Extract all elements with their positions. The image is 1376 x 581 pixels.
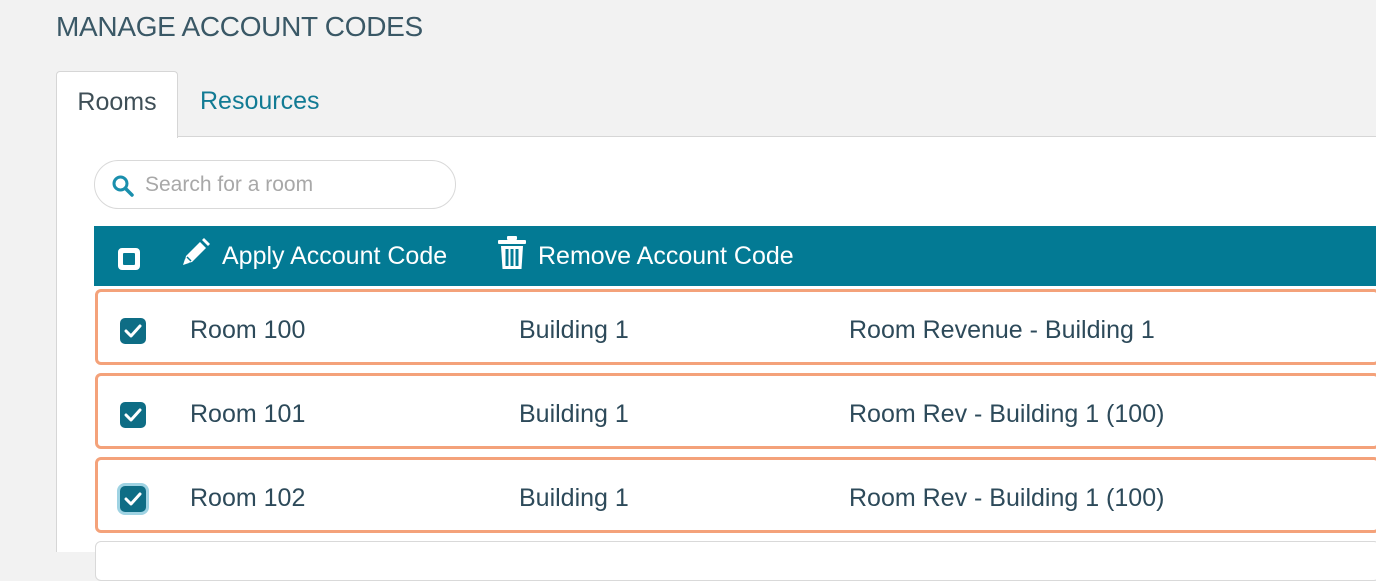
apply-account-code-label: Apply Account Code	[222, 241, 448, 270]
page-title: MANAGE ACCOUNT CODES	[56, 11, 423, 42]
search-icon	[111, 174, 135, 198]
tab-bar: Rooms Resources	[56, 71, 1376, 138]
room-name: Room 102	[190, 484, 306, 512]
tab-rooms[interactable]: Rooms	[56, 71, 178, 138]
remove-account-code-button[interactable]: Remove Account Code	[496, 226, 794, 286]
room-building: Building 1	[519, 484, 629, 512]
trash-icon	[496, 235, 538, 278]
checkmark-icon	[124, 324, 142, 338]
checkmark-icon	[124, 492, 142, 506]
table-row[interactable]: Room 102 Building 1 Room Rev - Building …	[95, 457, 1376, 533]
room-account-code: Room Rev - Building 1 (100)	[849, 400, 1165, 428]
row-checkbox[interactable]	[120, 318, 146, 344]
room-name: Room 101	[190, 400, 306, 428]
table-row[interactable]: Room 101 Building 1 Room Rev - Building …	[95, 373, 1376, 449]
pencil-icon	[178, 236, 222, 277]
checkmark-icon	[124, 408, 142, 422]
room-name: Room 100	[190, 316, 306, 344]
apply-account-code-button[interactable]: Apply Account Code	[178, 226, 447, 286]
search-input[interactable]	[145, 169, 445, 201]
room-building: Building 1	[519, 400, 629, 428]
row-checkbox[interactable]	[120, 486, 146, 512]
room-building: Building 1	[519, 316, 629, 344]
room-account-code: Room Rev - Building 1 (100)	[849, 484, 1165, 512]
table-row[interactable]: Room 100 Building 1 Room Revenue - Build…	[95, 289, 1376, 365]
remove-account-code-label: Remove Account Code	[538, 241, 794, 270]
row-checkbox[interactable]	[120, 402, 146, 428]
table-row[interactable]	[95, 541, 1376, 581]
room-account-code: Room Revenue - Building 1	[849, 316, 1155, 344]
tab-resources[interactable]: Resources	[200, 71, 320, 137]
search-box[interactable]	[94, 160, 456, 209]
bulk-action-toolbar: Apply Account Code Remove Account Code	[94, 226, 1376, 286]
select-all-checkbox[interactable]	[118, 248, 140, 270]
